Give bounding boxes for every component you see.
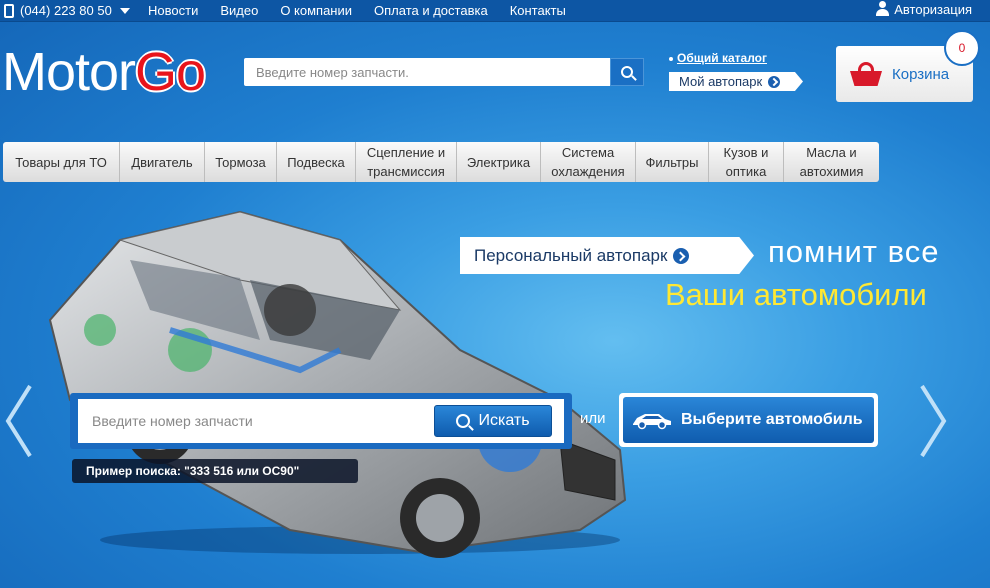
cart-label: Корзина [892, 65, 950, 83]
category-engine[interactable]: Двигатель [120, 142, 205, 182]
hero-search: Искать [70, 393, 572, 449]
carousel-next-icon[interactable] [918, 384, 948, 458]
category-clutch-transmission[interactable]: Сцепление и трансмиссия [356, 142, 457, 182]
basket-icon [850, 62, 882, 86]
phone-icon [4, 3, 14, 18]
top-nav-contacts[interactable]: Контакты [510, 3, 566, 18]
header-search-button[interactable] [610, 58, 644, 86]
login-link[interactable]: Авторизация [876, 1, 972, 17]
or-label: или [580, 410, 606, 427]
carousel-prev-icon[interactable] [4, 384, 34, 458]
top-nav-video[interactable]: Видео [220, 3, 258, 18]
hero-search-button-label: Искать [478, 412, 530, 429]
car-icon [633, 414, 671, 430]
category-brakes[interactable]: Тормоза [205, 142, 277, 182]
choose-car-label: Выберите автомобиль [681, 411, 863, 428]
category-cooling[interactable]: Система охлаждения [541, 142, 636, 182]
chevron-down-icon[interactable] [119, 7, 130, 14]
personal-garage-label: Персональный автопарк [474, 245, 668, 265]
my-garage-button[interactable]: Мой автопарк [669, 72, 803, 91]
search-icon [621, 66, 633, 78]
category-body-optics[interactable]: Кузов и оптика [709, 142, 784, 182]
cart-count-badge: 0 [944, 30, 980, 66]
header-search-input[interactable] [244, 58, 610, 86]
hero-your-cars-text: Ваши автомобили [665, 277, 927, 312]
phone-selector[interactable]: (044) 223 80 50 [4, 3, 130, 18]
category-maintenance[interactable]: Товары для ТО [3, 142, 120, 182]
top-nav: Новости Видео О компании Оплата и достав… [148, 3, 588, 18]
logo[interactable]: MotorGo [2, 40, 206, 104]
category-electrics[interactable]: Электрика [457, 142, 541, 182]
category-filters[interactable]: Фильтры [636, 142, 709, 182]
hero-remember-text: помнит все [768, 234, 940, 269]
search-example: Пример поиска: "333 516 или OC90" [72, 459, 358, 483]
personal-garage-button[interactable]: Персональный автопарк [460, 237, 754, 274]
phone-number: (044) 223 80 50 [20, 3, 112, 18]
logo-motor: Motor [2, 42, 136, 102]
login-label: Авторизация [894, 1, 972, 17]
my-garage-label: Мой автопарк [679, 74, 763, 89]
catalog-link[interactable]: Общий каталог [669, 51, 767, 65]
user-icon [876, 1, 890, 17]
top-bar: (044) 223 80 50 Новости Видео О компании… [0, 0, 990, 22]
top-nav-about[interactable]: О компании [280, 3, 352, 18]
category-suspension[interactable]: Подвеска [277, 142, 356, 182]
search-icon [456, 414, 471, 428]
category-nav: Товары для ТО Двигатель Тормоза Подвеска… [3, 142, 879, 182]
choose-car-button[interactable]: Выберите автомобиль [619, 393, 878, 447]
hero-search-button[interactable]: Искать [434, 405, 552, 437]
top-nav-payment[interactable]: Оплата и доставка [374, 3, 488, 18]
category-oils[interactable]: Масла и автохимия [784, 142, 879, 182]
header-search [244, 58, 644, 86]
arrow-right-icon [673, 247, 690, 264]
arrow-right-icon [768, 75, 781, 88]
top-nav-news[interactable]: Новости [148, 3, 198, 18]
logo-go: Go [135, 42, 206, 102]
